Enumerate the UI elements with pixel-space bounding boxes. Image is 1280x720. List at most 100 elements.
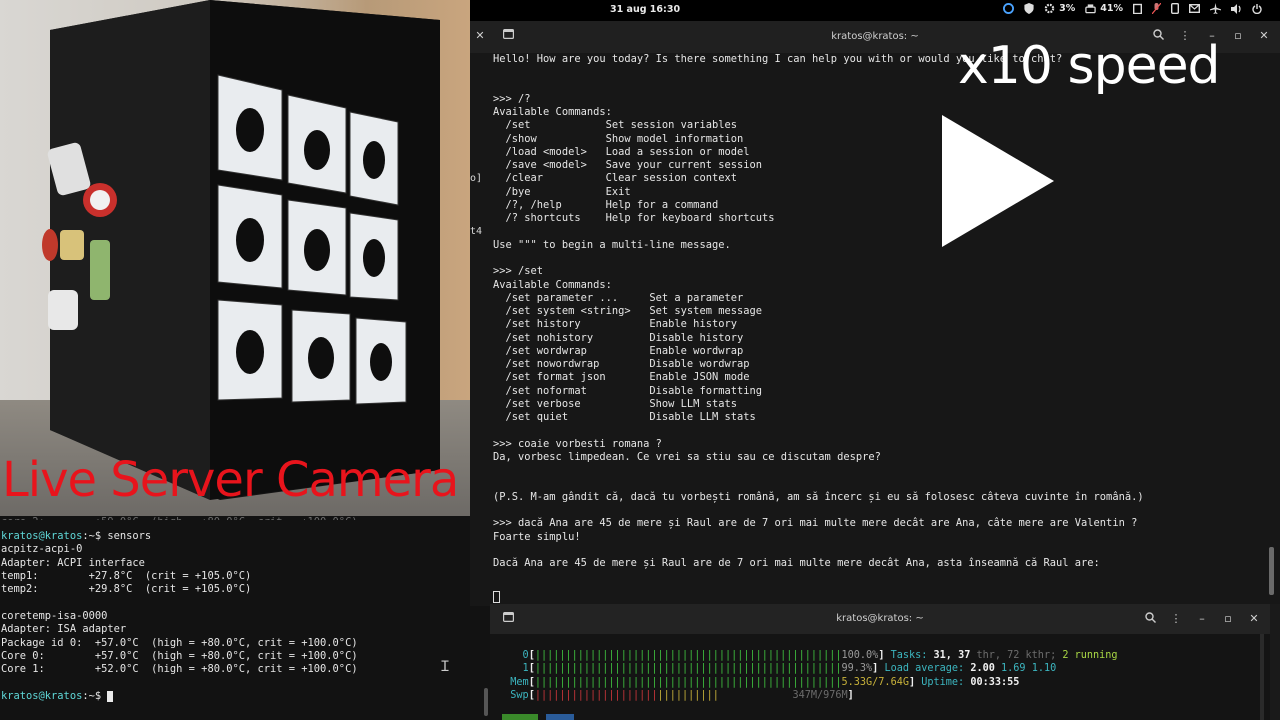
live-camera-label: Live Server Camera xyxy=(2,452,459,508)
terminal-line: /set Set session variables xyxy=(493,119,737,132)
terminal-line: /bye Exit xyxy=(493,185,631,198)
cpu-indicator[interactable]: 3% xyxy=(1044,3,1075,14)
speed-overlay-label: x10 speed xyxy=(958,36,1221,96)
battery-indicator[interactable]: 41% xyxy=(1085,3,1123,14)
terminal-line: >>> dacă Ana are 45 de mere și Raul are … xyxy=(493,517,1138,530)
terminal-line: Core 1: +52.0°C (high = +80.0°C, crit = … xyxy=(1,663,358,676)
terminal-line: Package id 0: +57.0°C (high = +80.0°C, c… xyxy=(1,636,358,649)
terminal-line: Da, vorbesc limpedean. Ce vrei sa stiu s… xyxy=(493,450,881,463)
cpu1-bar: ||||||||||||||||||||||||||||||||||||||||… xyxy=(534,663,842,675)
terminal-line: /set system <string> Set system message xyxy=(493,305,763,318)
power-icon[interactable] xyxy=(1252,3,1262,14)
terminal-line: temp2: +29.8°C (crit = +105.0°C) xyxy=(1,583,252,596)
terminal-line: /?, /help Help for a command xyxy=(493,198,719,211)
command-text: :~$ sensors xyxy=(82,530,152,542)
minimize-icon[interactable]: – xyxy=(1194,612,1210,628)
play-icon xyxy=(942,115,1054,247)
system-tray[interactable]: 3% 41% xyxy=(1003,3,1262,14)
maximize-icon[interactable]: ▫ xyxy=(1230,29,1246,45)
ollama-terminal-window[interactable]: ✕ kratos@kratos: ~ ⋮ – ▫ ✕ Hello! How ar… xyxy=(470,21,1280,606)
terminal-line: /set nowordwrap Disable wordwrap xyxy=(493,358,750,371)
terminal-line: coretemp-isa-0000 xyxy=(1,610,108,623)
system-top-bar: 31 aug 16:30 3% 41% xyxy=(470,0,1280,21)
mouse-ibeam-icon: Ｉ xyxy=(438,659,452,675)
terminal-line: acpitz-acpi-0 xyxy=(1,543,83,556)
background-window-fragment: t4 xyxy=(470,226,483,237)
terminal-line: /save <model> Save your current session xyxy=(493,159,763,172)
scrollbar[interactable] xyxy=(1269,547,1274,595)
phone-icon[interactable] xyxy=(1171,3,1179,14)
cpu-percent: 3% xyxy=(1059,3,1076,14)
prompt-user: kratos@kratos xyxy=(1,690,83,703)
scrollbar[interactable] xyxy=(1260,634,1264,720)
cpu1-meter: 1[||||||||||||||||||||||||||||||||||||||… xyxy=(522,663,1057,675)
htop-terminal-window[interactable]: kratos@kratos: ~ ⋮ – ▫ ✕ 0[|||||||||||||… xyxy=(490,604,1270,720)
prompt-user: kratos@kratos xyxy=(1,530,83,542)
terminal-line: /set quiet Disable LLM stats xyxy=(493,411,756,424)
terminal-cursor xyxy=(493,590,500,603)
close-window-icon[interactable]: ✕ xyxy=(1246,612,1262,628)
cpu0-bar: ||||||||||||||||||||||||||||||||||||||||… xyxy=(534,650,842,661)
terminal-line: /set noformat Disable formatting xyxy=(493,384,763,397)
htop-function-key-bar[interactable] xyxy=(502,714,538,720)
mem-meter: Mem[||||||||||||||||||||||||||||||||||||… xyxy=(510,676,1020,688)
terminal-line: /set format json Enable JSON mode xyxy=(493,371,750,384)
terminal-line: Foarte simplu! xyxy=(493,530,581,543)
battery-percent: 41% xyxy=(1100,3,1123,14)
terminal-line: Available Commands: xyxy=(493,106,612,119)
terminal-line: /? shortcuts Help for keyboard shortcuts xyxy=(493,212,775,225)
clipboard-icon[interactable] xyxy=(1133,3,1142,14)
terminal-line: /load <model> Load a session or model xyxy=(493,145,750,158)
scrollbar[interactable] xyxy=(484,688,488,716)
mic-muted-icon[interactable] xyxy=(1152,3,1161,14)
menu-kebab-icon[interactable]: ⋮ xyxy=(1168,612,1184,628)
input-line[interactable] xyxy=(493,586,500,603)
terminal-line: Core 0: +57.0°C (high = +80.0°C, crit = … xyxy=(1,650,358,663)
terminal-line: /clear Clear session context xyxy=(493,172,737,185)
terminal-line: Available Commands: xyxy=(493,278,612,291)
htop-titlebar[interactable]: kratos@kratos: ~ ⋮ – ▫ ✕ xyxy=(490,604,1270,634)
terminal-line: temp1: +27.8°C (crit = +105.0°C) xyxy=(1,570,252,583)
shell-prompt[interactable]: kratos@kratos:~$ xyxy=(1,690,490,703)
airplane-icon[interactable] xyxy=(1210,3,1221,14)
printer-icon xyxy=(1085,3,1096,13)
terminal-line: /set verbose Show LLM stats xyxy=(493,397,737,410)
desktop-edge xyxy=(1270,604,1280,720)
terminal-line: >>> coaie vorbesti romana ? xyxy=(493,437,662,450)
clock[interactable]: 31 aug 16:30 xyxy=(610,4,680,15)
cpu0-meter: 0[||||||||||||||||||||||||||||||||||||||… xyxy=(522,650,1118,661)
terminal-line: Use """ to begin a multi-line message. xyxy=(493,238,731,251)
camera-feed: Live Server Camera xyxy=(0,0,470,516)
sensors-terminal[interactable]: core 2: +59.0°C (high = +80.0°C, crit = … xyxy=(0,516,490,720)
shield-icon[interactable] xyxy=(1024,3,1034,14)
mem-bar: ||||||||||||||||||||||||||||||||||||||||… xyxy=(534,676,842,688)
volume-icon[interactable] xyxy=(1231,3,1242,14)
terminal-cursor xyxy=(107,690,114,702)
maximize-icon[interactable]: ▫ xyxy=(1220,612,1236,628)
prompt-path: :~$ xyxy=(82,690,108,703)
terminal-line: /set history Enable history xyxy=(493,318,737,331)
terminal-line: (P.S. M-am gândit că, dacă tu vorbești r… xyxy=(493,490,1144,503)
scrolled-line: core 2: +59.0°C (high = +80.0°C, crit = … xyxy=(1,516,490,520)
sensors-output: kratos@kratos:~$ sensors acpitz-acpi-0 Ada… xyxy=(1,530,490,690)
terminal-line: Adapter: ACPI interface xyxy=(1,556,145,569)
background-window-fragment: o] xyxy=(470,173,483,184)
terminal-line: >>> /set xyxy=(493,265,544,278)
swap-bar: |||||||||||||||||||| xyxy=(534,689,658,701)
terminal-line: Dacă Ana are 45 de mere și Raul are de 7… xyxy=(493,557,1100,570)
search-icon[interactable] xyxy=(1142,612,1158,628)
gear-icon xyxy=(1044,3,1055,14)
update-icon[interactable] xyxy=(1003,3,1015,14)
close-window-icon[interactable]: ✕ xyxy=(1256,29,1272,45)
htop-function-key-bar[interactable] xyxy=(546,714,574,720)
email-icon[interactable] xyxy=(1189,4,1200,13)
